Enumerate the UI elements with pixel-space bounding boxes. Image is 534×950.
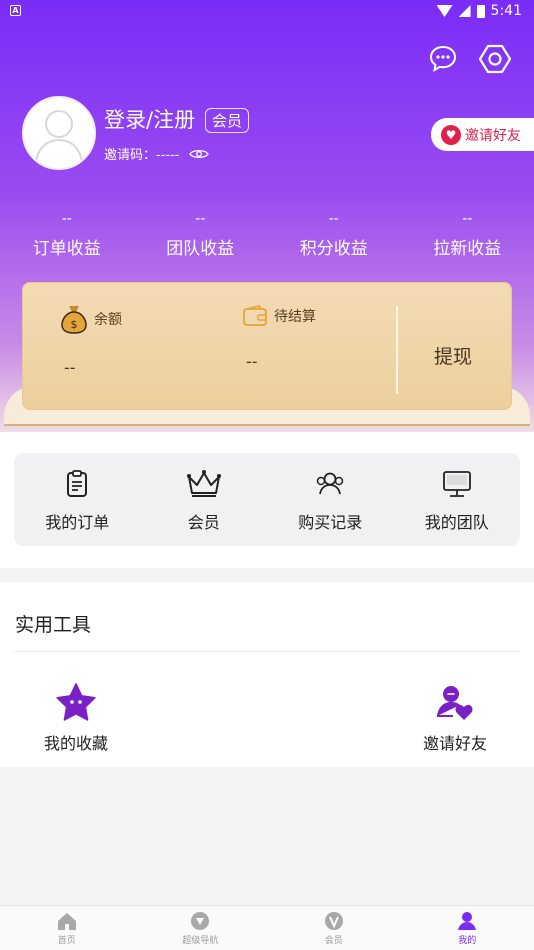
stat-order-earnings[interactable]: -- 订单收益 <box>0 210 134 259</box>
stat-value: -- <box>462 211 473 227</box>
stat-label: 团队收益 <box>166 239 235 259</box>
money-bag-icon: $ <box>61 306 87 334</box>
stat-points-earnings[interactable]: -- 积分收益 <box>267 210 401 259</box>
stat-value: -- <box>195 211 206 227</box>
pending-column[interactable]: 待结算 -- <box>242 304 316 371</box>
quick-action-purchase-history[interactable]: 购买记录 <box>267 453 394 546</box>
invite-friend-label: 邀请好友 <box>465 127 521 144</box>
heart-icon: ♥ <box>441 124 461 145</box>
tool-invite-friends[interactable]: 邀请好友 <box>423 682 487 754</box>
clock-time: 5:41 <box>490 3 522 19</box>
stat-label: 积分收益 <box>299 239 368 259</box>
avatar[interactable] <box>22 96 96 170</box>
nav-home[interactable]: 首页 <box>0 906 134 950</box>
settings-button[interactable] <box>478 42 512 76</box>
balance-value: -- <box>64 358 76 377</box>
invite-user-icon <box>437 686 473 720</box>
compass-icon <box>191 912 210 930</box>
users-icon <box>317 472 344 495</box>
quick-action-label: 我的团队 <box>424 513 489 532</box>
chat-bubble-icon <box>429 45 457 72</box>
clipboard-icon <box>67 470 88 497</box>
wallet-icon <box>243 304 267 326</box>
quick-action-label: 购买记录 <box>298 513 363 532</box>
balance-label: 余额 <box>94 312 122 328</box>
invite-code-label: 邀请码：----- <box>104 148 180 163</box>
stat-label: 拉新收益 <box>433 239 502 259</box>
stat-team-earnings[interactable]: -- 团队收益 <box>134 210 268 259</box>
default-avatar-icon <box>35 110 83 163</box>
earnings-stats: -- 订单收益 -- 团队收益 -- 积分收益 -- 拉新收益 <box>0 210 534 259</box>
wallet-divider <box>396 306 398 394</box>
quick-actions: 我的订单 会员 购买记录 我的团队 <box>14 453 520 546</box>
star-icon <box>56 683 96 721</box>
pending-label: 待结算 <box>274 309 316 325</box>
login-register-link[interactable]: 登录/注册 <box>104 104 195 134</box>
battery-icon <box>476 4 485 18</box>
tool-favorites[interactable]: 我的收藏 <box>44 682 108 754</box>
tools-divider <box>14 651 520 652</box>
status-bar: A 5:41 <box>0 0 534 26</box>
eye-icon[interactable] <box>189 148 210 160</box>
quick-action-vip[interactable]: 会员 <box>141 453 268 546</box>
quick-action-label: 我的订单 <box>45 513 110 532</box>
tool-label: 我的收藏 <box>44 734 109 753</box>
vip-icon <box>324 912 343 930</box>
quick-action-label: 会员 <box>187 513 220 532</box>
svg-text:$: $ <box>71 318 78 331</box>
bottom-nav: 首页 超级导航 会员 我的 <box>0 905 534 950</box>
nav-vip[interactable]: 会员 <box>267 906 401 950</box>
signal-icon <box>458 5 471 17</box>
monitor-icon <box>442 471 471 497</box>
message-button[interactable] <box>426 42 460 76</box>
quick-action-team[interactable]: 我的团队 <box>394 453 521 546</box>
tool-label: 邀请好友 <box>423 734 488 753</box>
nav-super-guide[interactable]: 超级导航 <box>134 906 268 950</box>
home-icon <box>57 913 76 930</box>
crown-icon <box>186 470 221 497</box>
invite-code-row: 邀请码：----- <box>104 144 210 163</box>
settings-hexagon-icon <box>479 44 511 74</box>
vip-badge: 会员 <box>205 108 250 133</box>
quick-action-orders[interactable]: 我的订单 <box>14 453 141 546</box>
nav-mine[interactable]: 我的 <box>401 906 534 950</box>
invite-friend-button[interactable]: ♥ 邀请好友 <box>431 118 534 151</box>
wifi-icon <box>436 5 453 17</box>
app-notification-icon: A <box>10 5 21 16</box>
stat-value: -- <box>61 211 72 227</box>
tools-title: 实用工具 <box>15 614 92 636</box>
tools-section: 实用工具 我的收藏 邀请好友 <box>0 582 534 767</box>
stat-label: 订单收益 <box>32 239 101 259</box>
balance-column[interactable]: $ 余额 -- <box>60 304 122 377</box>
nav-label: 我的 <box>458 936 477 946</box>
nav-label: 超级导航 <box>182 936 219 946</box>
stat-referral-earnings[interactable]: -- 拉新收益 <box>401 210 534 259</box>
stat-value: -- <box>328 211 339 227</box>
nav-label: 首页 <box>57 936 76 946</box>
withdraw-button[interactable]: 提现 <box>434 342 472 369</box>
profile-icon <box>458 912 477 930</box>
pending-value: -- <box>246 352 258 371</box>
wallet-card: $ 余额 -- 待结算 -- 提现 <box>22 282 512 410</box>
nav-label: 会员 <box>324 936 343 946</box>
